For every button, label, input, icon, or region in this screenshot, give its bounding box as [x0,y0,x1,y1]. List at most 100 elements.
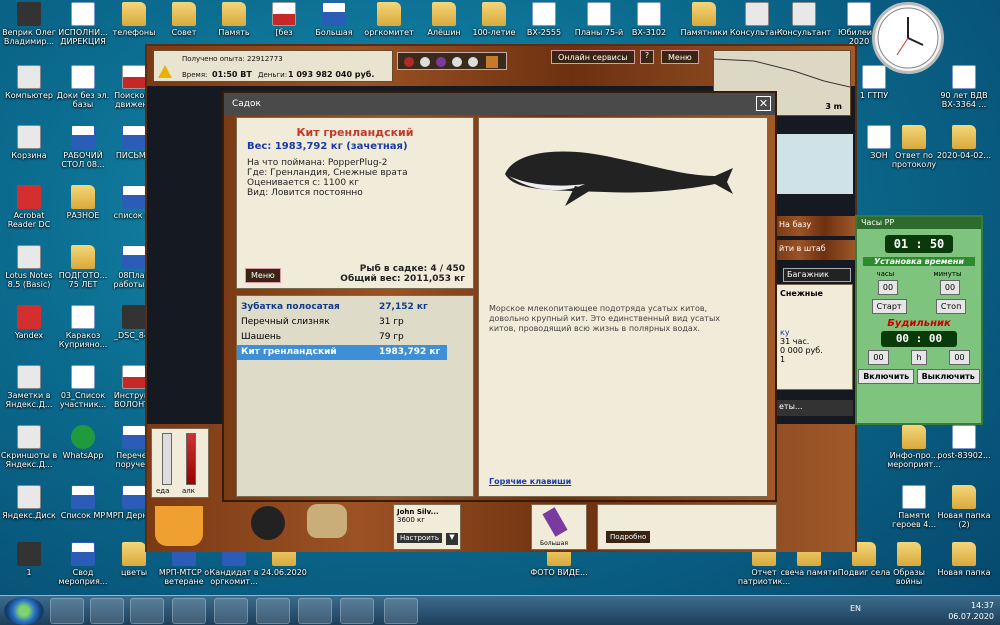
stop-button[interactable]: Стоп [935,299,967,314]
help-button[interactable]: ? [640,50,654,64]
desktop-icon[interactable]: Новая папка (2) [935,485,993,529]
game-app-icon[interactable] [340,598,374,624]
bucket-icon[interactable] [155,506,203,546]
desktop-icon[interactable]: Яндекс.Диск [0,485,58,520]
desktop-icon[interactable]: Веприк Олег Владимир... [0,2,58,46]
desktop-icon[interactable]: Большая [305,2,363,37]
desktop-icon[interactable]: ПОДГОТО... 75 ЛЕТ [54,245,112,289]
desktop-icon[interactable]: РАЗНОЕ [54,185,112,220]
desktop-icon[interactable]: ЗОН [850,125,908,160]
pot-icon[interactable] [251,506,285,540]
desktop-icon[interactable]: Корзина [0,125,58,160]
desktop-icon[interactable]: Каракоз Куприяно... [54,305,112,349]
list-item[interactable]: Зубатка полосатая 27,152 кг [237,300,447,315]
desktop-icon-label: ВХ-3102 [631,28,667,37]
desktop-icon[interactable]: post-83902... [935,425,993,460]
folder-icon [432,2,456,26]
bag-icon[interactable] [307,504,347,538]
bait-icon[interactable] [468,57,478,67]
location-hours: 31 час. [780,337,810,346]
word-icon [122,125,146,149]
dialog-menu-button[interactable]: Меню [245,268,281,283]
folder-icon [71,185,95,209]
desktop-icon[interactable]: оргкомитет [360,2,418,37]
game-menu-button[interactable]: Меню [661,50,699,64]
desktop-icon[interactable]: Lotus Notes 8.5 (Basic) [0,245,58,289]
list-item-selected[interactable]: Кит гренландский 1983,792 кг [237,345,447,360]
minutes-field[interactable]: 00 [939,280,961,295]
analog-clock-gadget[interactable] [872,2,944,74]
setup-button[interactable]: Настроить [397,533,442,543]
desktop-icon[interactable]: 03_Список участник... [54,365,112,409]
yandex-icon[interactable] [214,598,248,624]
desktop-icon[interactable]: Консультант [775,2,833,37]
desktop-icon[interactable]: Доки без эл. базы [54,65,112,109]
start-button[interactable] [4,597,44,625]
desktop-icon[interactable]: Памятники [675,2,733,37]
desktop-icon[interactable]: РАБОЧИЙ СТОЛ 08... [54,125,112,169]
close-button[interactable]: ✕ [756,96,771,111]
go-to-hq-button[interactable]: йти в штаб [775,240,857,260]
start-button[interactable]: Старт [871,299,907,314]
location-link[interactable]: ку [780,328,848,337]
tasks-button[interactable]: еты... [775,400,853,416]
media-player-icon[interactable] [130,598,164,624]
desktop-icon[interactable]: Компьютер [0,65,58,100]
desktop-icon[interactable]: 90 лет ВДВ ВХ-3364 ... [935,65,993,109]
alarm-minutes-field[interactable]: 00 [949,350,970,365]
desktop-icon[interactable]: Yandex [0,305,58,340]
bottle-icon[interactable] [486,56,498,68]
desktop-icon[interactable]: ВХ-3102 [620,2,678,37]
bait-inventory[interactable] [397,52,507,70]
hours-field[interactable]: 00 [877,280,899,295]
bait-icon[interactable] [436,57,446,67]
desktop-icon[interactable]: Список МР [54,485,112,520]
word-icon[interactable] [384,598,418,624]
desktop-icon[interactable]: WhatsApp [54,425,112,460]
word-icon [71,125,95,149]
trunk-button[interactable]: Багажник [783,268,851,282]
desktop-icon[interactable]: 2020-04-02... [935,125,993,160]
alarm-h-toggle[interactable]: h [911,350,927,365]
folder-icon [172,2,196,26]
enable-alarm-button[interactable]: Включить [858,369,915,384]
file-explorer-icon[interactable] [90,598,124,624]
list-item[interactable]: Шашень 79 гр [237,330,447,345]
desktop-icon[interactable]: ВХ-2555 [515,2,573,37]
desktop-icon[interactable]: Образы войны [880,542,938,586]
bait-icon[interactable] [420,57,430,67]
desktop-icon[interactable]: Скриншоты в Яндекс.Д... [0,425,58,469]
needs-meters: еда алк [151,428,209,498]
disable-alarm-button[interactable]: Выключить [916,369,980,384]
game-clock-icon[interactable] [256,598,290,624]
lure-card[interactable]: Большая [531,504,587,550]
internet-explorer-icon[interactable] [50,598,84,624]
bait-icon[interactable] [452,57,462,67]
desktop-icon[interactable]: Свод мероприя... [54,542,112,586]
language-indicator[interactable]: EN [850,604,861,613]
exe-icon [792,2,816,26]
desktop-icon-label: 24.06.2020 [261,568,307,577]
warning-icon [158,65,172,78]
list-item[interactable]: Перечный слизняк 31 гр [237,315,447,330]
desktop-icon-label: Доки без эл. базы [56,91,110,109]
fish-description-panel: Морское млекопитающее подотряда усатых к… [478,117,768,497]
hotkeys-link[interactable]: Горячие клавиши [489,477,571,486]
alarm-hours-field[interactable]: 00 [868,350,889,365]
location-map[interactable] [775,134,853,194]
online-services-button[interactable]: Онлайн сервисы [551,50,635,64]
go-to-base-button[interactable]: На базу [775,216,857,236]
desktop-icon[interactable]: 1 [0,542,58,577]
desktop-icon[interactable]: Новая папка [935,542,993,577]
details-button[interactable]: Подробно [606,531,651,543]
folder-icon [902,425,926,449]
russian-fishing-icon[interactable] [298,598,332,624]
bait-icon[interactable] [404,57,414,67]
chevron-down-icon[interactable]: ▼ [446,533,458,545]
desktop-icon[interactable]: ИСПОЛНИ... ДИРЕКЦИЯ [54,2,112,46]
desktop-icon[interactable]: Заметки в Яндекс.Д... [0,365,58,409]
boat-card[interactable]: John Silv... 3600 кг Настроить ▼ [393,504,461,550]
system-clock[interactable]: 14:37 06.07.2020 [948,600,994,622]
yandex-browser-icon[interactable] [172,598,206,624]
desktop-icon[interactable]: Acrobat Reader DC [0,185,58,229]
